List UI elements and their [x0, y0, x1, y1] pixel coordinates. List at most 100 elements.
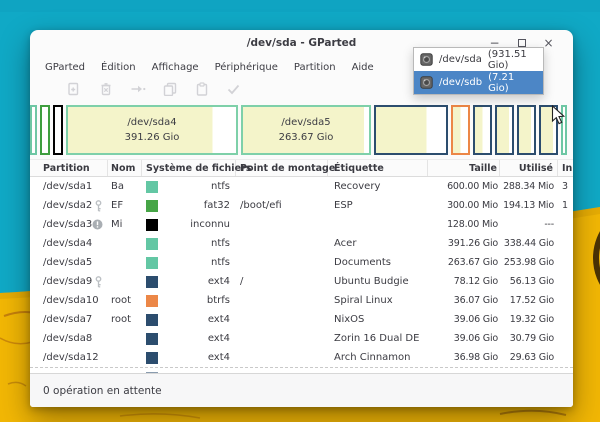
- cell-filesystem: inconnu: [142, 219, 236, 231]
- cell-name: root: [108, 295, 142, 306]
- table-row-sda9[interactable]: /dev/sda9ext4/Ubuntu Budgie78.12 Gio56.1…: [30, 272, 573, 291]
- filesystem-name: ntfs: [158, 257, 236, 268]
- filesystem-color-swatch: [146, 295, 158, 307]
- cell-partition: /dev/sda10: [30, 295, 108, 306]
- partition-size-label: 263.67 Gio: [279, 130, 334, 145]
- delete-partition-button[interactable]: [98, 83, 113, 98]
- filesystem-color-swatch: [146, 352, 158, 364]
- table-row-sda12[interactable]: /dev/sda12ext4Arch Cinnamon36.98 Gio29.6…: [30, 348, 573, 367]
- menu-item-aide[interactable]: Aide: [352, 62, 374, 73]
- menu-item-edition[interactable]: Édition: [101, 62, 136, 73]
- delete-partition-icon: [99, 81, 113, 100]
- cell-filesystem: fat32: [142, 200, 236, 212]
- cell-size: 263.67 Gio: [428, 257, 500, 268]
- cell-partition: /dev/sda4: [30, 238, 108, 249]
- disk-bar-partition-sda4[interactable]: /dev/sda4391.26 Gio: [66, 105, 238, 155]
- table-row-sda3[interactable]: /dev/sda3Miinconnu128.00 Mio---: [30, 215, 573, 234]
- filesystem-color-swatch: [146, 372, 158, 374]
- cell-name: root: [108, 314, 142, 325]
- filesystem-color-swatch: [146, 314, 158, 326]
- paste-icon: [195, 81, 209, 100]
- cell-partition: /dev/sda8: [30, 333, 108, 344]
- cell-unused: 3: [558, 181, 573, 192]
- cell-size: 39.06 Gio: [428, 333, 500, 344]
- cell-name: Ba: [108, 181, 142, 192]
- apply-operations-button[interactable]: [226, 83, 241, 98]
- resize-move-button[interactable]: [130, 83, 145, 98]
- column-header-3[interactable]: Point de montage: [236, 160, 328, 176]
- cell-filesystem: ext4: [142, 352, 236, 364]
- table-row-sda8[interactable]: /dev/sda8ext4Zorin 16 Dual DE39.06 Gio30…: [30, 329, 573, 348]
- mouse-cursor: [551, 105, 566, 126]
- filesystem-name: fat32: [158, 200, 236, 211]
- cell-name: EF: [108, 200, 142, 211]
- copy-button[interactable]: [162, 83, 177, 98]
- cell-size: 78.12 Gio: [428, 276, 500, 287]
- disk-bar-partition-sda3[interactable]: [53, 105, 63, 155]
- cell-filesystem: ext4: [142, 314, 236, 326]
- maximize-icon: [518, 39, 526, 47]
- partition-name: /dev/sda1: [43, 181, 92, 192]
- pending-operations-text: 0 opération en attente: [43, 385, 162, 397]
- cell-size: 128.00 Mio: [428, 219, 500, 230]
- table-row-clipped[interactable]: [30, 367, 573, 373]
- cell-used: 194.13 Mio: [500, 200, 558, 211]
- column-header-6[interactable]: Utilisé: [500, 160, 558, 176]
- device-size: (7.21 Gio): [488, 72, 536, 94]
- cell-label: Recovery: [328, 181, 428, 192]
- cell-mountpoint: /: [236, 276, 328, 287]
- device-option-sdb[interactable]: /dev/sdb(7.21 Gio): [414, 71, 543, 94]
- table-row-sda7[interactable]: /dev/sda7rootext4NixOS39.06 Gio19.32 Gio: [30, 310, 573, 329]
- filesystem-color-swatch: [146, 276, 158, 288]
- disk-bar-partition-sda8[interactable]: [495, 105, 514, 155]
- filesystem-name: inconnu: [158, 219, 236, 230]
- new-partition-icon: [67, 81, 81, 100]
- column-header-1[interactable]: Nom: [108, 160, 142, 176]
- disk-bar-partition-sda12[interactable]: [517, 105, 536, 155]
- partition-name: /dev/sda9: [43, 276, 92, 287]
- menu-item-gparted[interactable]: GParted: [45, 62, 85, 73]
- harddisk-icon: [420, 53, 433, 66]
- disk-bar-partition-sda2[interactable]: [40, 105, 50, 155]
- menu-item-affichage[interactable]: Affichage: [152, 62, 199, 73]
- disk-bar-partition-sda1[interactable]: [30, 105, 37, 155]
- apply-operations-icon: [226, 81, 241, 100]
- partition-size-label: 391.26 Gio: [125, 130, 180, 145]
- harddisk-icon: [420, 76, 433, 89]
- disk-bar-partition-sda10[interactable]: [451, 105, 470, 155]
- filesystem-name: ext4: [158, 314, 236, 325]
- disk-bar-partition-sda9[interactable]: [374, 105, 448, 155]
- cell-partition: /dev/sda3: [30, 219, 108, 230]
- cell-partition: /dev/sda2: [30, 200, 108, 212]
- column-header-5[interactable]: Taille: [428, 160, 500, 176]
- disk-partition-bar: /dev/sda4391.26 Gio/dev/sda5263.67 Gio: [30, 101, 573, 159]
- new-partition-button[interactable]: [66, 83, 81, 98]
- cell-used: 19.32 Gio: [500, 314, 558, 325]
- column-header-2[interactable]: Système de fichiers: [142, 160, 236, 176]
- column-header-4[interactable]: Étiquette: [328, 160, 428, 176]
- filesystem-color-swatch: [146, 219, 158, 231]
- filesystem-name: ext4: [158, 352, 236, 363]
- table-row-sda4[interactable]: /dev/sda4ntfsAcer391.26 Gio338.44 Gio: [30, 234, 573, 253]
- device-option-sda[interactable]: /dev/sda(931.51 Gio): [414, 48, 543, 71]
- disk-bar-partition-sda7[interactable]: [473, 105, 492, 155]
- resize-move-icon: [130, 81, 146, 100]
- cell-label: Spiral Linux: [328, 295, 428, 306]
- column-header-0[interactable]: Partition: [30, 160, 108, 176]
- cell-partition: /dev/sda1: [30, 181, 108, 192]
- disk-bar-partition-sda5[interactable]: /dev/sda5263.67 Gio: [241, 105, 371, 155]
- menu-item-peripherique[interactable]: Périphérique: [215, 62, 278, 73]
- paste-button[interactable]: [194, 83, 209, 98]
- filesystem-color-swatch: [146, 333, 158, 345]
- table-row-sda5[interactable]: /dev/sda5ntfsDocuments263.67 Gio253.98 G…: [30, 253, 573, 272]
- table-row-sda10[interactable]: /dev/sda10rootbtrfsSpiral Linux36.07 Gio…: [30, 291, 573, 310]
- table-row-sda1[interactable]: /dev/sda1BantfsRecovery600.00 Mio288.34 …: [30, 177, 573, 196]
- menu-item-partition[interactable]: Partition: [294, 62, 336, 73]
- table-row-sda2[interactable]: /dev/sda2EFfat32/boot/efiESP300.00 Mio19…: [30, 196, 573, 215]
- column-header-7[interactable]: Inutilisé: [558, 160, 573, 176]
- cell-filesystem: ntfs: [142, 257, 236, 269]
- warning-info-icon: [92, 219, 103, 230]
- cell-used: 338.44 Gio: [500, 238, 558, 249]
- partition-name: /dev/sda8: [43, 333, 92, 344]
- cell-filesystem: ntfs: [142, 238, 236, 250]
